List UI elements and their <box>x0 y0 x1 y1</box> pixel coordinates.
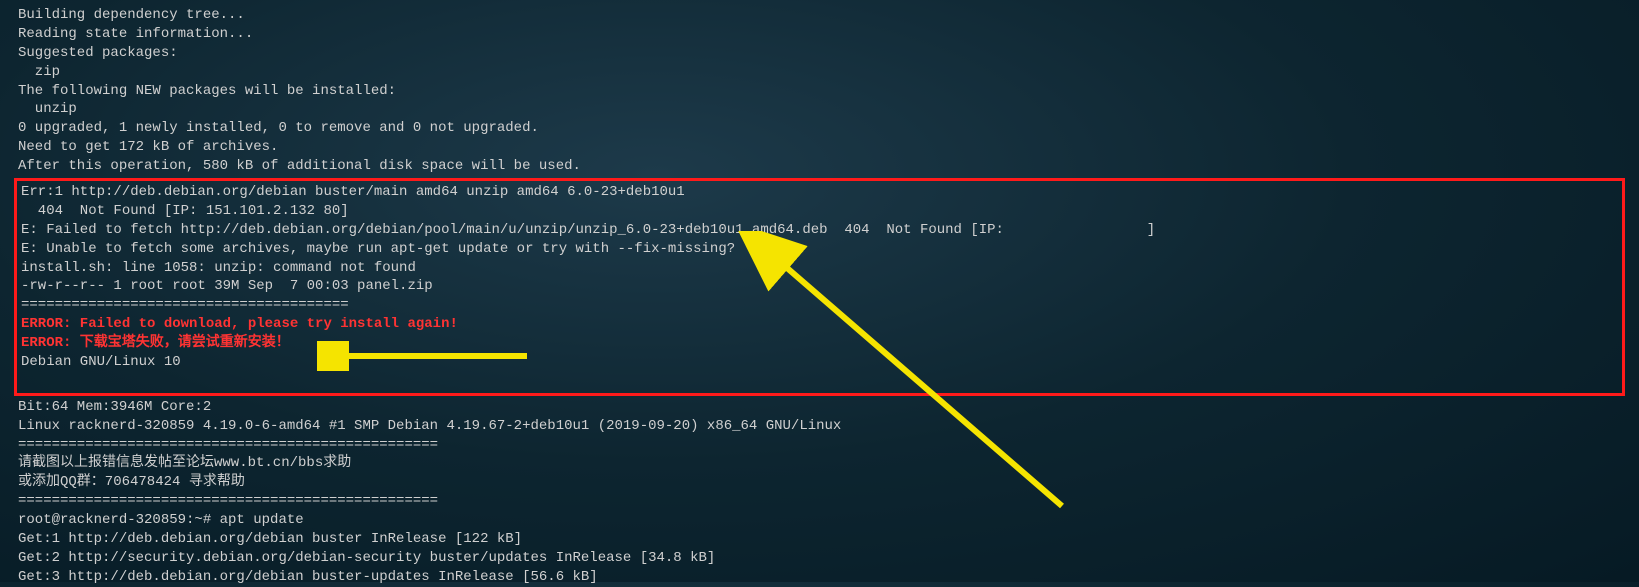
terminal-line: -rw-r--r-- 1 root root 39M Sep 7 00:03 p… <box>21 277 1618 296</box>
terminal-line: E: Failed to fetch http://deb.debian.org… <box>21 221 1618 240</box>
terminal-line: 请截图以上报错信息发帖至论坛www.bt.cn/bbs求助 <box>18 454 1621 473</box>
terminal-line: 或添加QQ群：706478424 寻求帮助 <box>18 473 1621 492</box>
terminal-line: Err:1 http://deb.debian.org/debian buste… <box>21 183 1618 202</box>
terminal-line: ERROR: Failed to download, please try in… <box>21 315 1618 334</box>
terminal-output-post: Bit:64 Mem:3946M Core:2Linux racknerd-32… <box>18 398 1621 587</box>
terminal-line: 0 upgraded, 1 newly installed, 0 to remo… <box>18 119 1621 138</box>
terminal-line: Suggested packages: <box>18 44 1621 63</box>
terminal-line: Get:1 http://deb.debian.org/debian buste… <box>18 530 1621 549</box>
terminal-line: Get:2 http://security.debian.org/debian-… <box>18 549 1621 568</box>
terminal-output-box: Err:1 http://deb.debian.org/debian buste… <box>21 183 1618 315</box>
terminal-line: E: Unable to fetch some archives, maybe … <box>21 240 1618 259</box>
terminal-line: Debian GNU/Linux 10 <box>21 353 1618 372</box>
terminal-line: Bit:64 Mem:3946M Core:2 <box>18 398 1621 417</box>
terminal-line: ======================================= <box>21 296 1618 315</box>
terminal-line: zip <box>18 63 1621 82</box>
error-highlight-box: Err:1 http://deb.debian.org/debian buste… <box>14 178 1625 396</box>
terminal-output-box-tail: Debian GNU/Linux 10 <box>21 353 1618 391</box>
terminal-line: Need to get 172 kB of archives. <box>18 138 1621 157</box>
terminal-line: Building dependency tree... <box>18 6 1621 25</box>
terminal-output-pre: Building dependency tree...Reading state… <box>18 6 1621 176</box>
terminal-line: Linux racknerd-320859 4.19.0-6-amd64 #1 … <box>18 417 1621 436</box>
terminal-line: 404 Not Found [IP: 151.101.2.132 80] <box>21 202 1618 221</box>
terminal-line: Get:3 http://deb.debian.org/debian buste… <box>18 568 1621 587</box>
terminal-line: After this operation, 580 kB of addition… <box>18 157 1621 176</box>
terminal-line: install.sh: line 1058: unzip: command no… <box>21 259 1618 278</box>
terminal-line: ========================================… <box>18 492 1621 511</box>
terminal-error-lines: ERROR: Failed to download, please try in… <box>21 315 1618 353</box>
terminal-line: Reading state information... <box>18 25 1621 44</box>
terminal-line: ========================================… <box>18 436 1621 455</box>
terminal-line: unzip <box>18 100 1621 119</box>
terminal-line: root@racknerd-320859:~# apt update <box>18 511 1621 530</box>
terminal-line: ERROR: 下载宝塔失败，请尝试重新安装！ <box>21 334 1618 353</box>
terminal-line <box>21 372 1618 391</box>
terminal-line: The following NEW packages will be insta… <box>18 82 1621 101</box>
